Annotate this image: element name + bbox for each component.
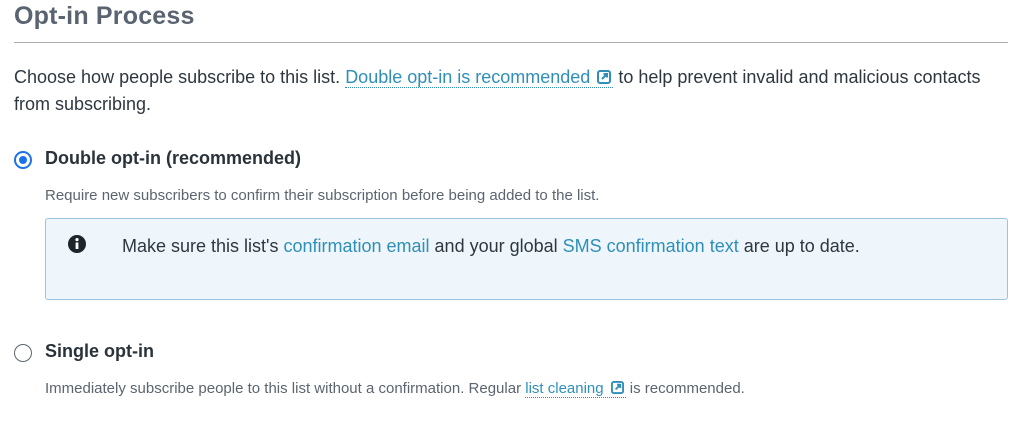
confirmation-notice: Make sure this list's confirmation email… <box>45 218 1008 300</box>
intro-paragraph: Choose how people subscribe to this list… <box>14 64 1004 118</box>
section-title: Opt-in Process <box>14 2 195 30</box>
single-opt-in-description: Immediately subscribe people to this lis… <box>45 380 745 398</box>
notice-text-2: and your global <box>429 236 563 256</box>
double-opt-in-description: Require new subscribers to confirm their… <box>45 187 600 204</box>
single-opt-in-option[interactable]: Single opt-in <box>14 341 1008 365</box>
intro-text-before: Choose how people subscribe to this list… <box>14 67 346 87</box>
single-opt-in-label[interactable]: Single opt-in <box>45 341 154 362</box>
notice-text-1: Make sure this list's <box>122 236 284 256</box>
opt-in-process-page: Opt-in Process Choose how people subscri… <box>0 0 1024 442</box>
list-cleaning-link-label: list cleaning <box>525 380 604 397</box>
confirmation-notice-text: Make sure this list's confirmation email… <box>64 232 944 260</box>
double-opt-in-help-link-label: Double opt-in is recommended <box>345 67 591 87</box>
single-opt-in-description-before: Immediately subscribe people to this lis… <box>45 380 526 397</box>
external-link-icon <box>597 70 612 84</box>
external-link-icon <box>610 381 624 394</box>
title-divider <box>14 42 1008 43</box>
sms-confirmation-text-link[interactable]: SMS confirmation text <box>563 236 739 256</box>
double-opt-in-option[interactable]: Double opt-in (recommended) <box>14 148 1008 172</box>
double-opt-in-help-link[interactable]: Double opt-in is recommended <box>345 67 614 88</box>
list-cleaning-link[interactable]: list cleaning <box>525 380 626 398</box>
confirmation-email-link[interactable]: confirmation email <box>283 236 429 256</box>
notice-text-3: are up to date. <box>738 236 860 256</box>
double-opt-in-label[interactable]: Double opt-in (recommended) <box>45 148 301 169</box>
double-opt-in-radio[interactable] <box>14 151 32 169</box>
single-opt-in-radio[interactable] <box>14 344 32 362</box>
single-opt-in-description-after: is recommended. <box>625 380 745 397</box>
